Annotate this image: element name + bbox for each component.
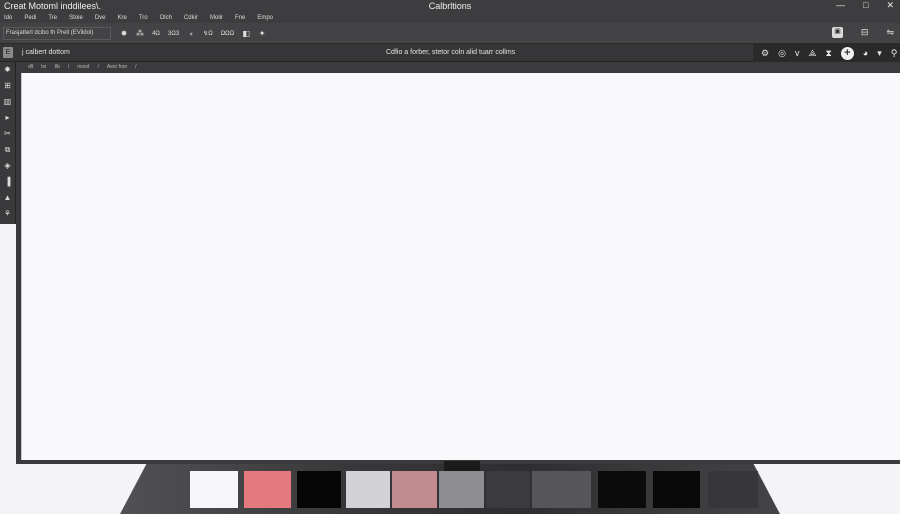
swatch-dark-gray[interactable] (708, 471, 758, 508)
size-icon[interactable]: 4Ω (152, 31, 160, 37)
swatch-light-gray[interactable] (346, 471, 390, 508)
move-tool-icon[interactable]: ✸ (3, 65, 13, 75)
maximize-icon[interactable]: □ (863, 0, 868, 11)
document-tab[interactable]: j calbert dottom (22, 46, 70, 60)
menu-item[interactable]: Fne (235, 15, 245, 21)
swatch-slate[interactable] (532, 471, 591, 508)
toolbar-right-icons: ▣ ⊟ ⇋ (832, 27, 894, 38)
options-toolbar: Frasjatterl dcibo th Prell (EVildol) ✸ ⁂… (0, 23, 900, 44)
menu-item[interactable]: Kre (118, 15, 127, 21)
title-bar: Creat Motoml inddilees\. Calbrltions — □… (0, 0, 900, 12)
monitor-neck (444, 461, 480, 471)
bar-tool-icon[interactable]: ▐ (3, 177, 13, 187)
minimize-icon[interactable]: — (836, 0, 845, 11)
ruler-separator: / (97, 64, 99, 70)
swatch-charcoal[interactable] (486, 471, 530, 508)
window-controls: — □ ✕ (836, 0, 894, 11)
blend-icon[interactable]: ΩΩΩ (221, 31, 234, 37)
brush-tool-icon[interactable]: ⚘ (3, 209, 13, 219)
chevron-down-icon[interactable]: ᴠ (795, 48, 800, 58)
pressure-icon[interactable]: ↯Ω (203, 30, 213, 37)
ruler-separator: / (135, 64, 137, 70)
target-icon[interactable]: ◎ (778, 48, 786, 59)
select-tool-icon[interactable]: ▸ (3, 113, 13, 123)
document-title: Calbrltions (428, 1, 472, 11)
shape-tool-icon[interactable]: ◈ (3, 161, 13, 171)
triangle-tool-icon[interactable]: ▲ (3, 193, 13, 203)
menu-item[interactable]: Stoie (69, 15, 83, 21)
menu-item[interactable]: Tre (48, 15, 57, 21)
sparkle-icon[interactable]: ⁂ (136, 29, 144, 38)
shape-icon[interactable]: ⟁ (808, 48, 816, 59)
spacing-icon[interactable]: 3Ω3 (168, 31, 179, 37)
tool-options: ✸ ⁂ 4Ω 3Ω3 ⸗ ↯Ω ΩΩΩ ◧ ✦ (120, 26, 266, 41)
home-button[interactable]: E (3, 47, 13, 58)
swatch-white[interactable] (190, 471, 238, 508)
grid-tool-icon[interactable]: ⊞ (3, 81, 13, 91)
menu-item[interactable]: Cdkir (184, 15, 198, 21)
panel-icon[interactable]: ⊟ (861, 27, 869, 38)
status-text: Cdfio a forber, stetor coln alid tuarr c… (386, 49, 516, 56)
ruler-item[interactable]: mosd (77, 64, 89, 70)
drawing-canvas[interactable] (21, 73, 900, 460)
preset-dropdown[interactable]: Frasjatterl dcibo th Prell (EVildol) (3, 27, 111, 40)
swatch-black[interactable] (297, 471, 341, 508)
swatch-pink[interactable] (244, 471, 291, 508)
star-icon[interactable]: ✸ (120, 29, 128, 38)
flow-icon[interactable]: ⸗ (187, 29, 195, 38)
clone-tool-icon[interactable]: ⧉ (3, 145, 13, 155)
workspace-icon[interactable]: ▣ (832, 27, 843, 38)
menu-item[interactable]: Ido (4, 15, 12, 21)
swap-icon[interactable]: ⇋ (886, 27, 894, 38)
ruler-item[interactable]: dlt (28, 64, 33, 70)
ruler-bar: dlt lsr tlb / mosd / Aesr fron / (16, 62, 900, 72)
menu-item[interactable]: Pedi (24, 15, 36, 21)
search-icon[interactable]: ⚲ (891, 48, 898, 59)
menu-item[interactable]: Tro (139, 15, 148, 21)
document-bar: E j calbert dottom Cdfio a forber, steto… (0, 44, 900, 62)
menu-item[interactable]: Empo (257, 15, 273, 21)
menu-item[interactable]: Dve (95, 15, 106, 21)
color-icon[interactable]: ◕ (863, 48, 868, 58)
add-icon[interactable]: + (840, 46, 854, 60)
cut-tool-icon[interactable]: ✂ (3, 129, 13, 139)
timer-icon[interactable]: ⧗ (825, 48, 831, 59)
panel-controls: ⚙ ◎ ᴠ ⟁ ⧗ + ◕ ▾ ⚲ (753, 44, 900, 62)
ruler-item[interactable]: lsr (41, 64, 46, 70)
swatch-black-2[interactable] (598, 471, 646, 508)
ruler-item[interactable]: tlb (55, 64, 60, 70)
swatch-mid-gray[interactable] (439, 471, 484, 508)
layers-tool-icon[interactable]: ▥ (3, 97, 13, 107)
dropdown-icon[interactable]: ▾ (877, 48, 882, 59)
layer-icon[interactable]: ◧ (242, 29, 250, 38)
settings-icon[interactable]: ⚙ (761, 48, 769, 59)
menu-bar: Ido Pedi Tre Stoie Dve Kre Tro Olch Cdki… (0, 12, 900, 23)
close-icon[interactable]: ✕ (886, 0, 894, 11)
ruler-separator: / (67, 64, 70, 70)
tools-panel: ✸ ⊞ ▥ ▸ ✂ ⧉ ◈ ▐ ▲ ⚘ (0, 62, 16, 224)
ruler-item[interactable]: Aesr fron (107, 64, 127, 70)
swatch-black-3[interactable] (653, 471, 700, 508)
swatch-dusty-rose[interactable] (392, 471, 437, 508)
menu-item[interactable]: Olch (160, 15, 172, 21)
menu-item[interactable]: Molir (210, 15, 223, 21)
brush-icon[interactable]: ✦ (258, 29, 266, 38)
